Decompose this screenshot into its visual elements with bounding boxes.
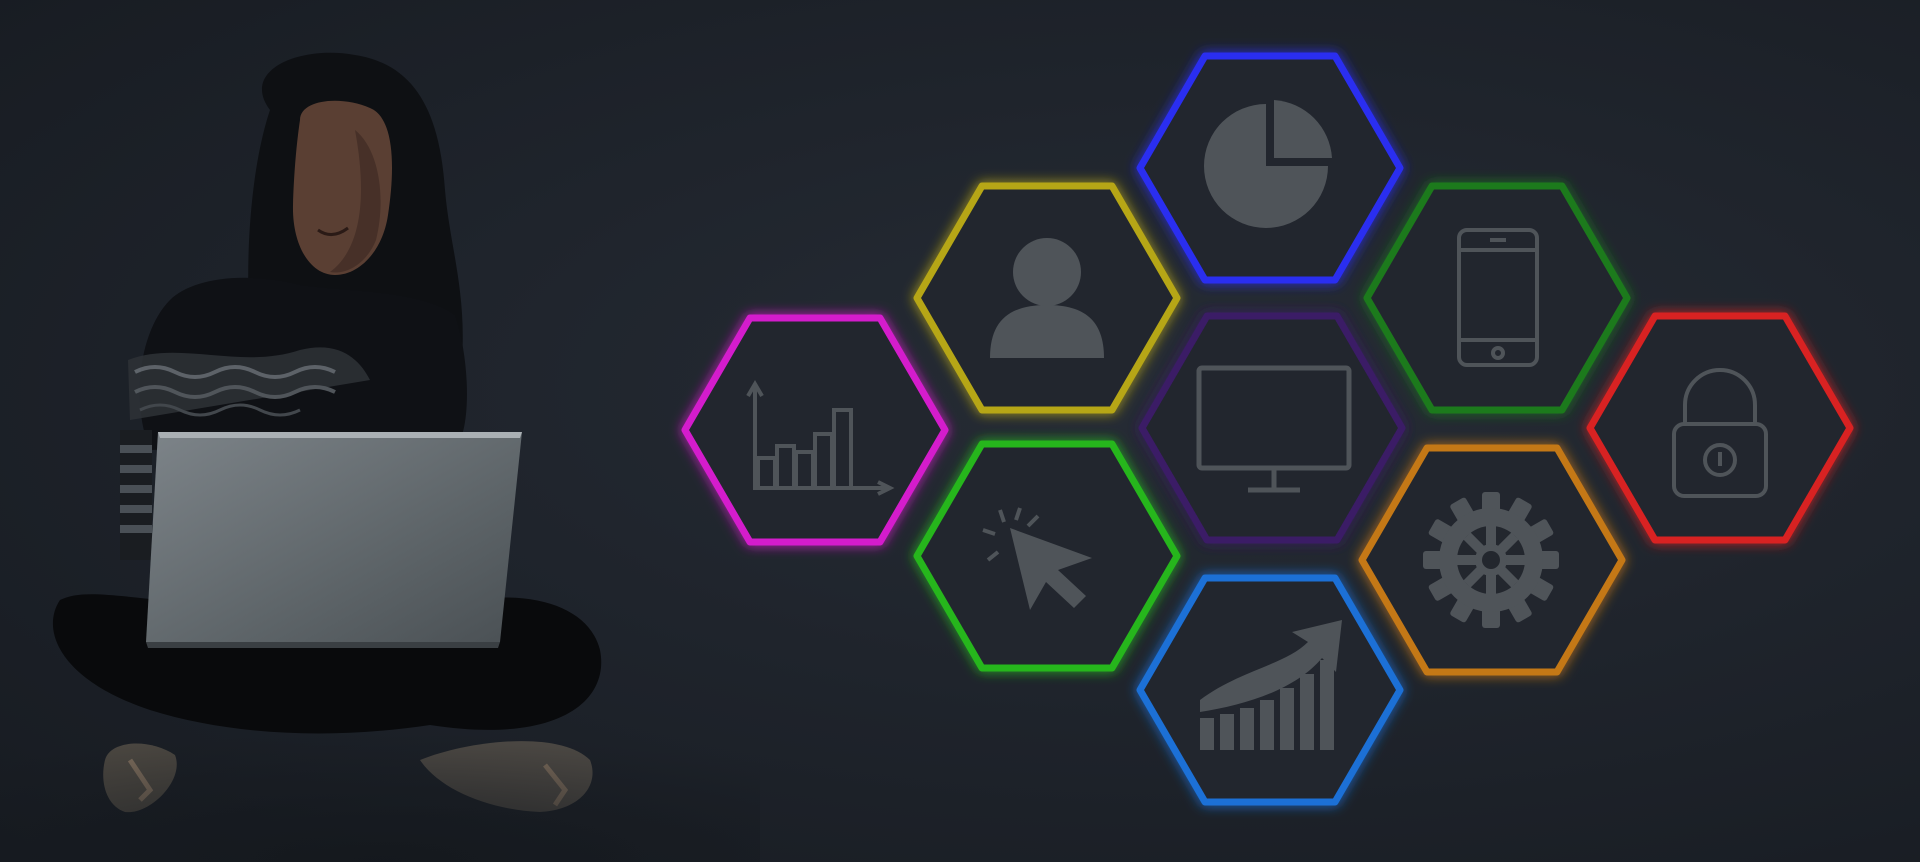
striped-sleeve xyxy=(120,430,152,560)
laptop xyxy=(146,432,522,648)
hex-user xyxy=(913,182,1181,414)
hex-cursor xyxy=(913,440,1181,672)
hero-scene xyxy=(0,0,1920,862)
hex-lock xyxy=(1586,312,1854,544)
hex-cluster xyxy=(681,52,1854,806)
hex-pie xyxy=(1136,52,1404,284)
hex-monitor xyxy=(1138,312,1406,544)
hex-mobile xyxy=(1363,182,1631,414)
hex-growth xyxy=(1136,574,1404,806)
hex-gear xyxy=(1358,444,1626,676)
hex-bar-chart xyxy=(681,314,949,546)
woman-with-laptop xyxy=(52,52,602,813)
scene-svg xyxy=(0,52,1854,862)
